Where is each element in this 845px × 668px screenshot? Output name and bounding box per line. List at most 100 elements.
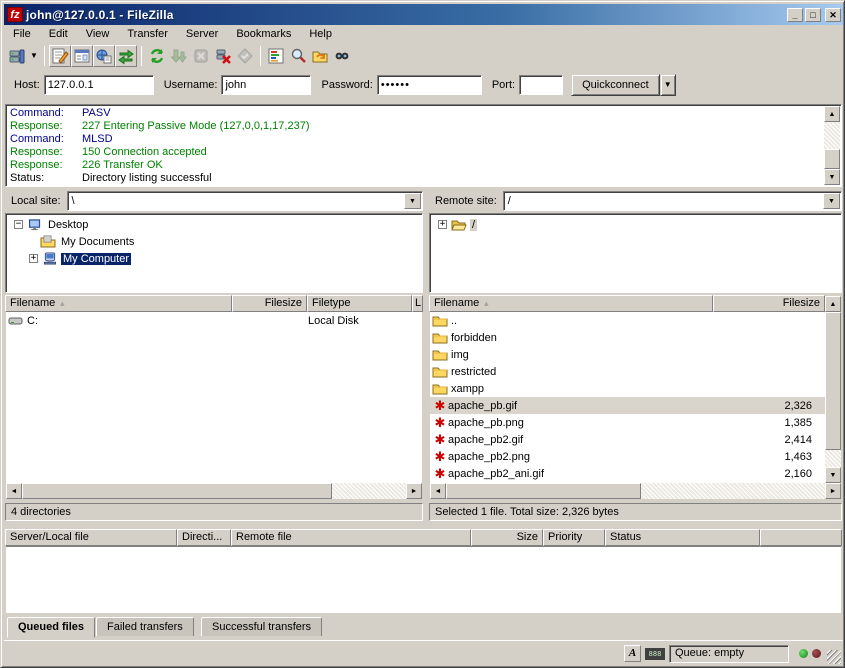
remote-col-filesize[interactable]: Filesize: [713, 295, 825, 312]
tree-item-my-documents[interactable]: My Documents: [6, 233, 422, 250]
local-scroll-track[interactable]: [332, 483, 406, 499]
remote-site-dropdown-icon[interactable]: ▼: [823, 193, 840, 209]
remote-scroll-up-icon[interactable]: ▲: [825, 296, 841, 312]
remote-hscroll-track[interactable]: [641, 483, 825, 499]
tab-successful-transfers[interactable]: Successful transfers: [201, 617, 322, 636]
title-bar[interactable]: fz john@127.0.0.1 - FileZilla _ □ ✕: [4, 4, 843, 25]
collapse-icon[interactable]: −: [14, 220, 23, 229]
remote-file-list[interactable]: .. forbidden img restricted xampp ✱apach…: [430, 312, 825, 483]
close-button[interactable]: ✕: [825, 8, 841, 22]
remote-status-text: Selected 1 file. Total size: 2,326 bytes: [429, 503, 842, 521]
remote-file-row[interactable]: ✱apache_pb.png1,385: [430, 414, 825, 431]
directory-comparison-icon[interactable]: [287, 45, 309, 67]
local-file-list[interactable]: C: Local Disk: [6, 312, 422, 483]
local-directory-tree[interactable]: − Desktop My Documents + My Computer: [5, 213, 423, 293]
menu-edit[interactable]: Edit: [40, 26, 77, 42]
remote-scroll-down-icon[interactable]: ▼: [825, 467, 841, 483]
tab-queued-files[interactable]: Queued files: [7, 617, 95, 638]
reconnect-icon[interactable]: [234, 45, 256, 67]
image-file-icon: ✱: [432, 433, 448, 446]
expand-icon[interactable]: +: [438, 220, 447, 229]
queue-col-direction[interactable]: Directi...: [177, 529, 231, 546]
message-log[interactable]: Command:PASV Response:227 Entering Passi…: [5, 104, 842, 187]
tree-item-my-computer[interactable]: + My Computer: [6, 250, 422, 267]
menu-bookmarks[interactable]: Bookmarks: [227, 26, 300, 42]
menu-server[interactable]: Server: [177, 26, 227, 42]
transfer-queue-list[interactable]: [6, 546, 841, 613]
site-manager-dropdown-icon[interactable]: ▼: [28, 46, 40, 66]
remote-directory-tree[interactable]: + /: [429, 213, 842, 293]
toggle-remote-tree-icon[interactable]: [93, 45, 115, 67]
log-line: Response:150 Connection accepted: [6, 146, 841, 159]
tab-failed-transfers[interactable]: Failed transfers: [96, 617, 194, 636]
data-type-indicator-icon[interactable]: A: [624, 645, 641, 662]
remote-file-row-selected[interactable]: ✱apache_pb.gif2,326: [430, 397, 825, 414]
toggle-transfer-queue-icon[interactable]: [115, 45, 137, 67]
local-col-filename[interactable]: Filename ▲: [5, 295, 232, 312]
local-col-filesize[interactable]: Filesize: [232, 295, 307, 312]
remote-vscroll-track[interactable]: [825, 450, 841, 467]
speed-limits-icon[interactable]: 888: [645, 648, 665, 660]
local-scroll-left-icon[interactable]: ◄: [6, 483, 22, 499]
refresh-icon[interactable]: [146, 45, 168, 67]
local-scroll-thumb[interactable]: [22, 483, 332, 499]
process-queue-icon[interactable]: [168, 45, 190, 67]
disconnect-icon[interactable]: [212, 45, 234, 67]
local-col-filetype[interactable]: Filetype: [307, 295, 412, 312]
remote-file-row[interactable]: img: [430, 346, 825, 363]
remote-file-row[interactable]: forbidden: [430, 329, 825, 346]
log-scroll-up-icon[interactable]: ▲: [824, 106, 840, 122]
remote-file-row[interactable]: ✱apache_pb2.gif2,414: [430, 431, 825, 448]
local-file-row[interactable]: C: Local Disk: [6, 312, 422, 329]
queue-col-size[interactable]: Size: [471, 529, 543, 546]
toggle-local-tree-icon[interactable]: [71, 45, 93, 67]
local-site-combobox[interactable]: \ ▼: [67, 191, 423, 211]
tree-item-desktop[interactable]: − Desktop: [6, 216, 422, 233]
username-input[interactable]: [221, 75, 311, 95]
remote-hscroll-thumb[interactable]: [446, 483, 641, 499]
quickconnect-dropdown-icon[interactable]: ▼: [660, 74, 676, 96]
menu-file[interactable]: File: [4, 26, 40, 42]
maximize-button[interactable]: □: [805, 8, 821, 22]
remote-file-row[interactable]: ✱apache_pb2.png1,463: [430, 448, 825, 465]
synchronized-browsing-icon[interactable]: [309, 45, 331, 67]
file-search-icon[interactable]: [331, 45, 353, 67]
expand-icon[interactable]: +: [29, 254, 38, 263]
remote-scroll-left-icon[interactable]: ◄: [430, 483, 446, 499]
local-col-last-modified[interactable]: L: [412, 295, 423, 312]
menu-help[interactable]: Help: [300, 26, 341, 42]
resize-grip[interactable]: [827, 650, 841, 664]
cancel-icon[interactable]: [190, 45, 212, 67]
local-status-text: 4 directories: [5, 503, 423, 521]
menu-view[interactable]: View: [77, 26, 119, 42]
menu-transfer[interactable]: Transfer: [118, 26, 177, 42]
queue-col-blank[interactable]: [760, 529, 842, 546]
queue-col-server-local-file[interactable]: Server/Local file: [5, 529, 177, 546]
minimize-button[interactable]: _: [787, 8, 803, 22]
remote-site-combobox[interactable]: / ▼: [503, 191, 842, 211]
toggle-message-log-icon[interactable]: [49, 45, 71, 67]
local-site-dropdown-icon[interactable]: ▼: [404, 193, 421, 209]
password-input[interactable]: [377, 75, 482, 95]
local-scroll-right-icon[interactable]: ►: [406, 483, 422, 499]
queue-col-remote-file[interactable]: Remote file: [231, 529, 471, 546]
remote-file-row[interactable]: ✱apache_pb2_ani.gif2,160: [430, 465, 825, 482]
queue-col-status[interactable]: Status: [605, 529, 760, 546]
remote-vscroll-thumb[interactable]: [825, 312, 841, 450]
log-scroll-thumb[interactable]: [824, 149, 840, 169]
tree-item-root[interactable]: + /: [430, 216, 841, 233]
remote-file-row[interactable]: restricted: [430, 363, 825, 380]
selected-tree-label: My Computer: [61, 253, 131, 265]
remote-file-row[interactable]: ..: [430, 312, 825, 329]
host-input[interactable]: [44, 75, 154, 95]
remote-file-row[interactable]: xampp: [430, 380, 825, 397]
remote-scroll-right-icon[interactable]: ►: [825, 483, 841, 499]
log-scroll-track[interactable]: [824, 122, 840, 149]
port-input[interactable]: [519, 75, 563, 95]
directory-listing-filters-icon[interactable]: [265, 45, 287, 67]
remote-col-filename[interactable]: Filename ▲: [429, 295, 713, 312]
log-scroll-down-icon[interactable]: ▼: [824, 169, 840, 185]
site-manager-icon[interactable]: [6, 45, 28, 67]
queue-col-priority[interactable]: Priority: [543, 529, 605, 546]
quickconnect-button[interactable]: Quickconnect: [571, 74, 660, 96]
